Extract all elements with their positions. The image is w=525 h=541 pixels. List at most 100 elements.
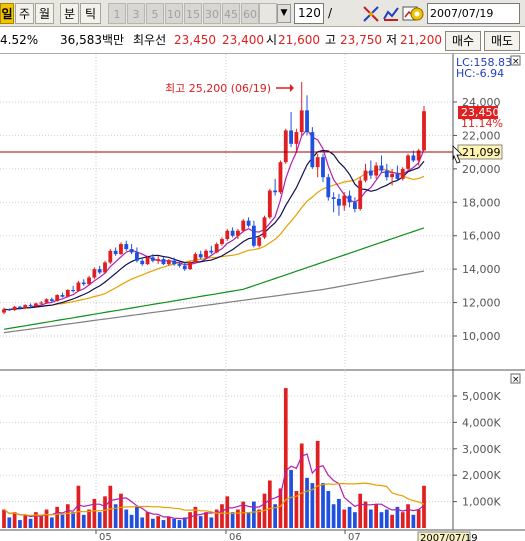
candle-body bbox=[18, 306, 22, 309]
candle-body bbox=[33, 303, 38, 306]
period-1[interactable]: 1 bbox=[108, 3, 126, 24]
trade-volume: 36,583백만 bbox=[60, 33, 125, 47]
price-axis-label: 14,000 bbox=[462, 263, 501, 276]
volume-bar bbox=[172, 518, 176, 528]
volume-bar bbox=[140, 517, 145, 528]
price-axis-label: 10,000 bbox=[462, 330, 501, 343]
volume-bar bbox=[28, 518, 33, 528]
candle-body bbox=[321, 157, 325, 178]
draw-tool-icon[interactable] bbox=[382, 4, 400, 23]
tab-month[interactable]: 월 bbox=[35, 3, 54, 24]
candle-body bbox=[230, 230, 235, 236]
volume-bar bbox=[124, 509, 129, 528]
candle-body bbox=[182, 265, 187, 270]
volume-bar bbox=[145, 512, 150, 528]
volume-bar bbox=[326, 491, 331, 528]
stock-chart[interactable]: 10,000 12,000 14,000 16,000 18,000 20,000 22,0… bbox=[0, 54, 525, 541]
volume-bar bbox=[188, 512, 192, 528]
volume-axis-label: 1,000K bbox=[462, 496, 501, 509]
volume-bar bbox=[209, 517, 214, 528]
tab-day[interactable]: 일 bbox=[0, 3, 14, 24]
volume-bar bbox=[305, 477, 309, 528]
candle-body bbox=[299, 110, 304, 133]
candle-body bbox=[76, 282, 81, 291]
count-input[interactable]: 120 bbox=[294, 3, 324, 24]
volume-bar bbox=[55, 506, 60, 528]
volume-bar bbox=[71, 512, 75, 528]
candle-body bbox=[305, 110, 309, 133]
volume-bar bbox=[342, 509, 347, 528]
candle-body bbox=[7, 309, 12, 311]
candle-body bbox=[406, 155, 410, 169]
candle-body bbox=[220, 239, 224, 245]
volume-bar bbox=[7, 517, 12, 528]
candle-body bbox=[278, 162, 283, 193]
candle-body bbox=[358, 180, 363, 209]
volume-bar bbox=[379, 512, 384, 528]
volume-bar bbox=[18, 520, 22, 528]
candle-body bbox=[97, 269, 102, 273]
tab-tick[interactable]: 틱 bbox=[80, 3, 101, 24]
price-axis-label: 16,000 bbox=[462, 230, 501, 243]
volume-bar bbox=[225, 496, 230, 528]
period-10[interactable]: 10 bbox=[165, 3, 183, 24]
sell-button[interactable]: 매도 bbox=[484, 31, 520, 51]
period-60[interactable]: 60 bbox=[241, 3, 259, 24]
candle-body bbox=[150, 257, 155, 261]
candle-body bbox=[347, 195, 352, 203]
volume-bar bbox=[236, 509, 240, 528]
volume-bar bbox=[92, 498, 97, 528]
open-label: 시 bbox=[266, 33, 278, 47]
volume-bar bbox=[135, 506, 139, 528]
volume-bar bbox=[230, 512, 235, 528]
crosshair-icon[interactable] bbox=[362, 4, 380, 23]
candle-body bbox=[55, 295, 60, 301]
candle-body bbox=[257, 237, 262, 246]
time-axis-label: 07 bbox=[348, 532, 361, 541]
volume-bar bbox=[97, 512, 102, 528]
candle-body bbox=[193, 254, 198, 263]
candle-body bbox=[113, 250, 118, 255]
candle-body bbox=[326, 177, 331, 198]
volume-bar bbox=[363, 501, 368, 528]
candle-body bbox=[124, 244, 129, 250]
period-45[interactable]: 45 bbox=[222, 3, 240, 24]
period-5[interactable]: 5 bbox=[146, 3, 164, 24]
candle-body bbox=[204, 250, 208, 258]
gear-icon[interactable] bbox=[409, 4, 425, 23]
buy-button[interactable]: 매수 bbox=[445, 31, 481, 51]
period-15[interactable]: 15 bbox=[184, 3, 202, 24]
candle-body bbox=[315, 157, 320, 168]
volume-bar bbox=[347, 506, 352, 528]
cursor-price-label: 21,099 bbox=[462, 146, 501, 159]
time-axis-label: 05 bbox=[99, 532, 112, 541]
candle-body bbox=[129, 249, 134, 253]
period-3[interactable]: 3 bbox=[127, 3, 145, 24]
date-input[interactable]: 2007/07/19 bbox=[427, 3, 520, 24]
candle-body bbox=[166, 260, 171, 265]
volume-bar bbox=[204, 512, 208, 528]
candle-body bbox=[352, 202, 357, 209]
period-30[interactable]: 30 bbox=[203, 3, 221, 24]
time-axis-label: 06 bbox=[229, 532, 242, 541]
high-annotation: 최고 25,200 (06/19) bbox=[165, 82, 271, 95]
volume-bars bbox=[2, 388, 426, 528]
candle-body bbox=[60, 295, 65, 297]
candle-body bbox=[262, 217, 267, 238]
volume-bar bbox=[161, 520, 166, 528]
candle-body bbox=[246, 220, 251, 226]
volume-pane-close-glyph: × bbox=[512, 375, 520, 385]
tab-week[interactable]: 주 bbox=[15, 3, 34, 24]
price-axis-label: 20,000 bbox=[462, 163, 501, 176]
volume-bar bbox=[81, 514, 86, 528]
volume-bar bbox=[390, 514, 394, 528]
volume-axis-label: 4,000K bbox=[462, 416, 501, 429]
volume-bar bbox=[23, 514, 28, 528]
custom-period-input[interactable] bbox=[259, 3, 277, 24]
open-price: 21,600 bbox=[278, 33, 320, 47]
candle-body bbox=[108, 250, 113, 263]
period-dropdown-arrow[interactable]: ▼ bbox=[277, 4, 291, 23]
candle-body bbox=[363, 170, 368, 181]
tab-minute[interactable]: 분 bbox=[60, 3, 79, 24]
candle-body bbox=[39, 302, 44, 304]
